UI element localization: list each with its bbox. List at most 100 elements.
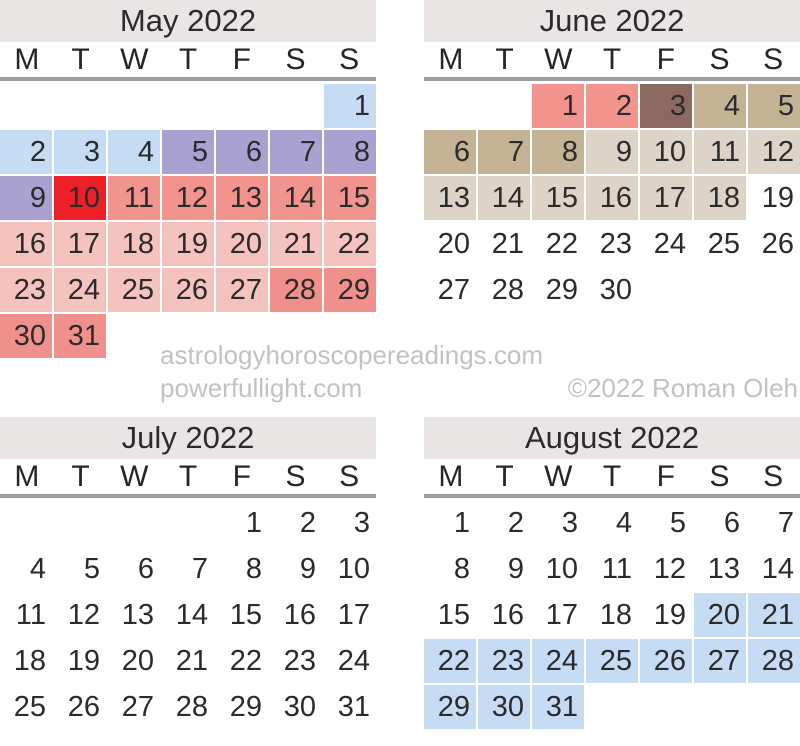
day-cell[interactable]: 29	[324, 268, 376, 312]
day-cell[interactable]: 23	[0, 268, 52, 312]
day-cell[interactable]: 26	[748, 222, 800, 266]
day-cell[interactable]: 14	[270, 176, 322, 220]
day-cell[interactable]: 23	[586, 222, 638, 266]
day-cell[interactable]: 7	[162, 547, 214, 591]
day-cell[interactable]: 13	[108, 593, 160, 637]
day-cell[interactable]: 2	[478, 501, 530, 545]
day-cell[interactable]: 12	[54, 593, 106, 637]
day-cell[interactable]: 18	[108, 222, 160, 266]
day-cell[interactable]: 14	[478, 176, 530, 220]
day-cell[interactable]: 25	[108, 268, 160, 312]
day-cell[interactable]: 13	[424, 176, 476, 220]
day-cell[interactable]: 8	[424, 547, 476, 591]
day-cell[interactable]: 15	[216, 593, 268, 637]
day-cell[interactable]: 6	[424, 130, 476, 174]
day-cell[interactable]: 17	[54, 222, 106, 266]
day-cell[interactable]: 23	[270, 639, 322, 683]
day-cell[interactable]: 30	[586, 268, 638, 312]
day-cell[interactable]: 31	[532, 685, 584, 729]
day-cell[interactable]: 11	[0, 593, 52, 637]
day-cell[interactable]: 15	[424, 593, 476, 637]
day-cell[interactable]: 31	[54, 314, 106, 358]
day-cell[interactable]: 24	[324, 639, 376, 683]
day-cell[interactable]: 16	[478, 593, 530, 637]
day-cell[interactable]: 20	[108, 639, 160, 683]
day-cell[interactable]: 5	[54, 547, 106, 591]
day-cell[interactable]: 21	[162, 639, 214, 683]
day-cell[interactable]: 20	[424, 222, 476, 266]
day-cell[interactable]: 10	[640, 130, 692, 174]
day-cell[interactable]: 3	[640, 84, 692, 128]
day-cell[interactable]: 23	[478, 639, 530, 683]
day-cell[interactable]: 10	[54, 176, 106, 220]
day-cell[interactable]: 2	[0, 130, 52, 174]
day-cell[interactable]: 3	[324, 501, 376, 545]
day-cell[interactable]: 19	[162, 222, 214, 266]
day-cell[interactable]: 5	[162, 130, 214, 174]
day-cell[interactable]: 6	[108, 547, 160, 591]
day-cell[interactable]: 14	[748, 547, 800, 591]
day-cell[interactable]: 19	[748, 176, 800, 220]
day-cell[interactable]: 18	[586, 593, 638, 637]
day-cell[interactable]: 18	[694, 176, 746, 220]
day-cell[interactable]: 29	[216, 685, 268, 729]
day-cell[interactable]: 3	[54, 130, 106, 174]
day-cell[interactable]: 30	[0, 314, 52, 358]
day-cell[interactable]: 3	[532, 501, 584, 545]
day-cell[interactable]: 1	[324, 84, 376, 128]
day-cell[interactable]: 17	[640, 176, 692, 220]
day-cell[interactable]: 10	[532, 547, 584, 591]
day-cell[interactable]: 16	[586, 176, 638, 220]
day-cell[interactable]: 6	[216, 130, 268, 174]
day-cell[interactable]: 31	[324, 685, 376, 729]
day-cell[interactable]: 30	[270, 685, 322, 729]
day-cell[interactable]: 12	[748, 130, 800, 174]
day-cell[interactable]: 9	[270, 547, 322, 591]
day-cell[interactable]: 9	[586, 130, 638, 174]
day-cell[interactable]: 20	[216, 222, 268, 266]
day-cell[interactable]: 22	[324, 222, 376, 266]
day-cell[interactable]: 4	[0, 547, 52, 591]
day-cell[interactable]: 28	[748, 639, 800, 683]
day-cell[interactable]: 1	[216, 501, 268, 545]
day-cell[interactable]: 8	[216, 547, 268, 591]
day-cell[interactable]: 10	[324, 547, 376, 591]
day-cell[interactable]: 5	[640, 501, 692, 545]
day-cell[interactable]: 25	[0, 685, 52, 729]
day-cell[interactable]: 7	[270, 130, 322, 174]
day-cell[interactable]: 11	[108, 176, 160, 220]
day-cell[interactable]: 19	[640, 593, 692, 637]
day-cell[interactable]: 21	[270, 222, 322, 266]
day-cell[interactable]: 29	[424, 685, 476, 729]
day-cell[interactable]: 22	[424, 639, 476, 683]
day-cell[interactable]: 17	[532, 593, 584, 637]
day-cell[interactable]: 13	[216, 176, 268, 220]
day-cell[interactable]: 12	[640, 547, 692, 591]
day-cell[interactable]: 2	[270, 501, 322, 545]
day-cell[interactable]: 9	[478, 547, 530, 591]
day-cell[interactable]: 15	[324, 176, 376, 220]
day-cell[interactable]: 2	[586, 84, 638, 128]
day-cell[interactable]: 9	[0, 176, 52, 220]
day-cell[interactable]: 22	[216, 639, 268, 683]
day-cell[interactable]: 1	[424, 501, 476, 545]
day-cell[interactable]: 16	[270, 593, 322, 637]
day-cell[interactable]: 15	[532, 176, 584, 220]
day-cell[interactable]: 28	[478, 268, 530, 312]
day-cell[interactable]: 28	[270, 268, 322, 312]
day-cell[interactable]: 4	[586, 501, 638, 545]
day-cell[interactable]: 13	[694, 547, 746, 591]
day-cell[interactable]: 27	[108, 685, 160, 729]
day-cell[interactable]: 7	[748, 501, 800, 545]
day-cell[interactable]: 8	[324, 130, 376, 174]
day-cell[interactable]: 8	[532, 130, 584, 174]
day-cell[interactable]: 24	[54, 268, 106, 312]
day-cell[interactable]: 4	[694, 84, 746, 128]
day-cell[interactable]: 30	[478, 685, 530, 729]
day-cell[interactable]: 7	[478, 130, 530, 174]
day-cell[interactable]: 27	[694, 639, 746, 683]
day-cell[interactable]: 21	[748, 593, 800, 637]
day-cell[interactable]: 16	[0, 222, 52, 266]
day-cell[interactable]: 6	[694, 501, 746, 545]
day-cell[interactable]: 20	[694, 593, 746, 637]
